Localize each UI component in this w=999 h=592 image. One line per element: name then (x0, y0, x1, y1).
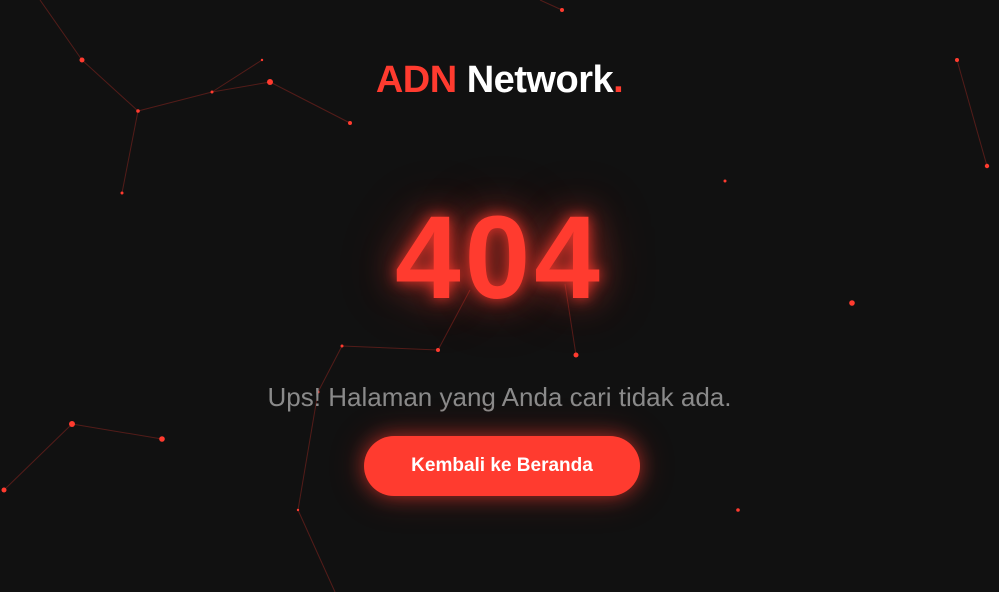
error-message: Ups! Halaman yang Anda cari tidak ada. (267, 382, 732, 412)
error-page: ADN Network. 404 Ups! Halaman yang Anda … (0, 0, 999, 592)
site-logo[interactable]: ADN Network. (0, 56, 999, 104)
back-to-home-button[interactable]: Kembali ke Beranda (364, 436, 640, 496)
logo-dot: . (613, 59, 624, 101)
logo-name: Network (456, 59, 614, 101)
error-code: 404 (395, 192, 604, 324)
logo-brand: ADN (375, 59, 457, 101)
